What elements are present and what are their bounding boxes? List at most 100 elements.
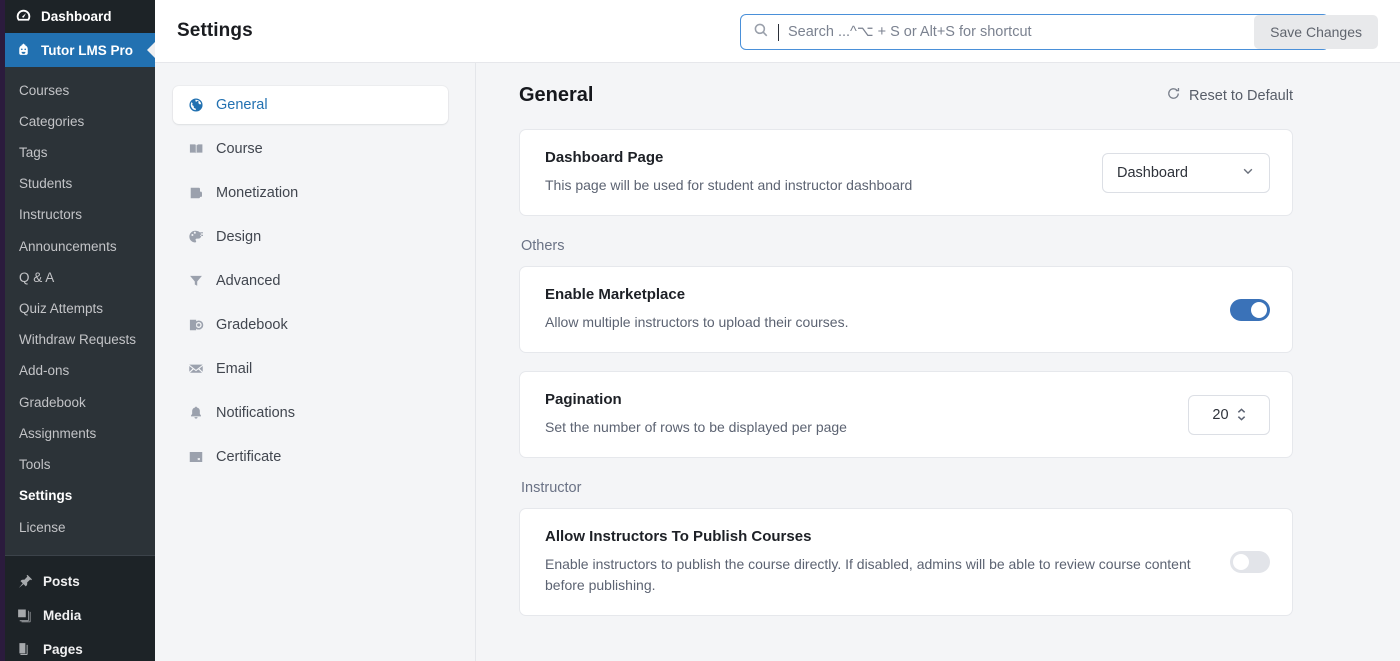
- app-window: Dashboard Tutor LMS Pro Courses Categori…: [0, 0, 1400, 661]
- search-text-cursor: [778, 24, 779, 41]
- submenu-item-announcements[interactable]: Announcements: [5, 231, 155, 262]
- media-icon: [15, 606, 33, 624]
- submenu-item-students[interactable]: Students: [5, 169, 155, 200]
- select-value: Dashboard: [1117, 165, 1188, 181]
- sidebar-item-label: Tutor LMS Pro: [41, 43, 133, 58]
- submenu-item-categories[interactable]: Categories: [5, 106, 155, 137]
- submenu-item-withdraw-requests[interactable]: Withdraw Requests: [5, 325, 155, 356]
- settings-nav-label: Course: [216, 141, 263, 157]
- pagination-value: 20: [1212, 407, 1228, 423]
- allow-instructors-publish-toggle[interactable]: [1230, 551, 1270, 573]
- sidebar-item-pages[interactable]: Pages: [5, 632, 155, 661]
- globe-icon: [187, 97, 204, 114]
- settings-nav-item-gradebook[interactable]: Gradebook: [173, 306, 448, 344]
- settings-nav-item-advanced[interactable]: Advanced: [173, 262, 448, 300]
- settings-content-panel: General Reset to Default Dashboard Page …: [476, 63, 1400, 661]
- pagination-number-input[interactable]: 20: [1188, 395, 1270, 435]
- tutor-lms-submenu: Courses Categories Tags Students Instruc…: [5, 67, 155, 553]
- setting-description: This page will be used for student and i…: [545, 175, 912, 196]
- bell-icon: [187, 405, 204, 422]
- submenu-item-tools[interactable]: Tools: [5, 450, 155, 481]
- settings-nav-item-notifications[interactable]: Notifications: [173, 394, 448, 432]
- allow-instructors-publish-card: Allow Instructors To Publish Courses Ena…: [519, 508, 1293, 616]
- enable-marketplace-toggle[interactable]: [1230, 299, 1270, 321]
- search-field-wrapper[interactable]: Search ...^⌥ + S or Alt+S for shortcut: [740, 14, 1329, 50]
- instructor-group-label: Instructor: [521, 480, 1293, 496]
- top-header-bar: Settings Search ...^⌥ + S or Alt+S for s…: [155, 0, 1400, 63]
- monetization-icon: [187, 185, 204, 202]
- submenu-item-courses[interactable]: Courses: [5, 75, 155, 106]
- settings-nav-item-design[interactable]: Design: [173, 218, 448, 256]
- setting-title: Allow Instructors To Publish Courses: [545, 528, 1206, 545]
- section-title: General: [519, 84, 593, 107]
- submenu-item-assignments[interactable]: Assignments: [5, 418, 155, 449]
- settings-nav-list: General Course Monetization: [155, 86, 475, 476]
- sidebar-item-label: Pages: [43, 642, 83, 657]
- certificate-icon: [187, 449, 204, 466]
- submenu-item-add-ons[interactable]: Add-ons: [5, 356, 155, 387]
- reset-to-default-button[interactable]: Reset to Default: [1166, 86, 1293, 105]
- search-icon: [753, 22, 769, 43]
- funnel-icon: [187, 273, 204, 290]
- sidebar-item-label: Posts: [43, 574, 80, 589]
- settings-nav-item-email[interactable]: Email: [173, 350, 448, 388]
- main-region: Settings Search ...^⌥ + S or Alt+S for s…: [155, 0, 1400, 661]
- dashboard-icon: [14, 8, 32, 26]
- settings-nav-label: General: [216, 97, 268, 113]
- dashboard-page-select[interactable]: Dashboard: [1102, 153, 1270, 193]
- sidebar-item-label: Media: [43, 608, 81, 623]
- submenu-item-instructors[interactable]: Instructors: [5, 200, 155, 231]
- refresh-icon: [1166, 86, 1181, 105]
- setting-description: Allow multiple instructors to upload the…: [545, 312, 848, 333]
- allow-instructors-publish-text: Allow Instructors To Publish Courses Ena…: [545, 528, 1206, 596]
- enable-marketplace-card: Enable Marketplace Allow multiple instru…: [519, 266, 1293, 353]
- wordpress-core-menu: Posts Media Pages Comments: [5, 556, 155, 661]
- settings-nav-label: Certificate: [216, 449, 281, 465]
- sidebar-item-media[interactable]: Media: [5, 598, 155, 632]
- sidebar-item-tutor-lms-pro[interactable]: Tutor LMS Pro: [5, 33, 155, 67]
- submenu-item-settings[interactable]: Settings: [5, 481, 155, 512]
- sidebar-item-posts[interactable]: Posts: [5, 564, 155, 598]
- page-title: Settings: [177, 20, 253, 42]
- stepper-down-icon: [1237, 415, 1246, 421]
- gradebook-icon: [187, 317, 204, 334]
- settings-nav-label: Monetization: [216, 185, 298, 201]
- settings-nav-item-certificate[interactable]: Certificate: [173, 438, 448, 476]
- settings-nav-label: Advanced: [216, 273, 281, 289]
- settings-nav-label: Design: [216, 229, 261, 245]
- design-icon: [187, 229, 204, 246]
- setting-title: Dashboard Page: [545, 149, 912, 166]
- envelope-icon: [187, 361, 204, 378]
- submenu-item-qa[interactable]: Q & A: [5, 262, 155, 293]
- settings-nav-label: Gradebook: [216, 317, 288, 333]
- quantity-stepper[interactable]: [1237, 408, 1246, 421]
- sidebar-item-label: Dashboard: [41, 9, 112, 24]
- setting-description: Set the number of rows to be displayed p…: [545, 417, 847, 438]
- chevron-down-icon: [1241, 164, 1255, 182]
- tutor-lms-icon: [14, 41, 32, 59]
- setting-title: Enable Marketplace: [545, 286, 848, 303]
- sidebar-item-dashboard[interactable]: Dashboard: [5, 0, 155, 33]
- submenu-item-license[interactable]: License: [5, 512, 155, 543]
- body-area: General Course Monetization: [155, 63, 1400, 661]
- enable-marketplace-text: Enable Marketplace Allow multiple instru…: [545, 286, 848, 333]
- toggle-knob: [1233, 554, 1249, 570]
- settings-nav-label: Email: [216, 361, 252, 377]
- submenu-item-quiz-attempts[interactable]: Quiz Attempts: [5, 294, 155, 325]
- settings-navigation-panel: General Course Monetization: [155, 63, 476, 661]
- settings-nav-label: Notifications: [216, 405, 295, 421]
- search-placeholder-text: Search ...^⌥ + S or Alt+S for shortcut: [788, 24, 1032, 40]
- settings-nav-item-general[interactable]: General: [173, 86, 448, 124]
- save-changes-button[interactable]: Save Changes: [1254, 15, 1378, 49]
- submenu-item-gradebook[interactable]: Gradebook: [5, 387, 155, 418]
- settings-nav-item-monetization[interactable]: Monetization: [173, 174, 448, 212]
- dashboard-page-setting-card: Dashboard Page This page will be used fo…: [519, 129, 1293, 216]
- pin-icon: [15, 572, 33, 590]
- others-group-label: Others: [521, 238, 1293, 254]
- reset-label: Reset to Default: [1189, 88, 1293, 104]
- settings-nav-item-course[interactable]: Course: [173, 130, 448, 168]
- submenu-item-tags[interactable]: Tags: [5, 137, 155, 168]
- pagination-card: Pagination Set the number of rows to be …: [519, 371, 1293, 458]
- pagination-text: Pagination Set the number of rows to be …: [545, 391, 847, 438]
- dashboard-page-text: Dashboard Page This page will be used fo…: [545, 149, 912, 196]
